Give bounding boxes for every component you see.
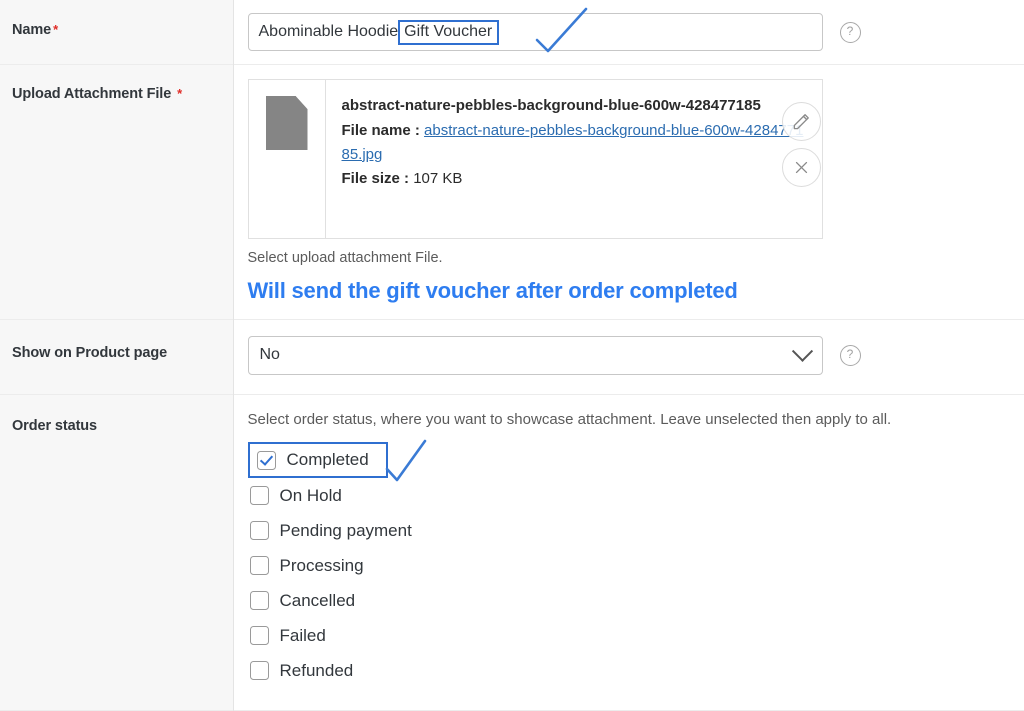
label-cell-show-on-product-page: Show on Product page (0, 319, 234, 395)
attachment-file-size-value: 107 KB (413, 169, 463, 187)
attachment-settings-form: Name * Abominable Hoodie Gift Voucher ? Up… (0, 0, 1024, 711)
document-file-icon (265, 96, 308, 150)
label-cell-name: Name * (0, 0, 234, 65)
order-status-option-on-hold[interactable]: On Hold (249, 478, 1013, 513)
order-status-option-completed[interactable]: Completed (247, 442, 388, 479)
order-status-option-refunded[interactable]: Refunded (249, 653, 1013, 688)
order-status-option-processing[interactable]: Processing (249, 548, 1013, 583)
name-input-value-plain: Abominable Hoodie (258, 23, 399, 40)
attachment-annotation-note: Will send the gift voucher after order c… (247, 278, 738, 304)
checkbox-on-hold[interactable] (249, 486, 269, 506)
order-status-hint: Select order status, where you want to s… (247, 410, 892, 428)
order-status-label-pending-payment: Pending payment (279, 520, 412, 540)
show-on-product-page-select[interactable]: No (247, 335, 823, 375)
order-status-label-completed: Completed (286, 450, 369, 470)
checkbox-pending-payment[interactable] (249, 521, 269, 541)
close-x-icon[interactable] (781, 148, 821, 187)
question-circle-icon[interactable]: ? (839, 344, 861, 366)
attachment-file-info: abstract-nature-pebbles-background-blue-… (326, 80, 822, 238)
form-row-name: Name * Abominable Hoodie Gift Voucher ? (0, 0, 1024, 65)
name-field-wrap: Abominable Hoodie Gift Voucher ? (247, 13, 1013, 51)
show-on-product-page-selected-value: No (259, 346, 280, 364)
checkbox-completed[interactable] (256, 450, 276, 470)
checkbox-cancelled[interactable] (249, 591, 269, 611)
content-cell-order-status: Select order status, where you want to s… (233, 394, 1024, 711)
order-status-label-refunded: Refunded (279, 660, 354, 680)
attachment-actions (781, 102, 821, 187)
checkbox-processing[interactable] (249, 556, 269, 576)
content-cell-name: Abominable Hoodie Gift Voucher ? (233, 0, 1024, 65)
field-label-order-status: Order status (12, 417, 98, 434)
attachment-thumbnail-cell (249, 80, 326, 238)
required-asterisk-name: * (53, 22, 59, 37)
order-status-label-failed: Failed (279, 625, 326, 645)
attachment-helper-text: Select upload attachment File. (247, 250, 443, 266)
attachment-file-title: abstract-nature-pebbles-background-blue-… (341, 97, 761, 114)
form-row-show-on-product-page: Show on Product page No ? (0, 319, 1024, 395)
checkbox-refunded[interactable] (249, 661, 269, 681)
attachment-file-name-row: File name : abstract-nature-pebbles-back… (342, 119, 808, 166)
form-row-upload-attachment: Upload Attachment File * abstract-nature… (0, 64, 1024, 320)
content-cell-show-on-product-page: No ? (233, 319, 1024, 395)
field-label-upload-attachment: Upload Attachment File * (12, 85, 218, 105)
required-asterisk-upload-attachment: * (177, 86, 183, 101)
label-cell-upload-attachment: Upload Attachment File * (0, 64, 234, 320)
form-row-order-status: Order status Select order status, where … (0, 394, 1024, 711)
attachment-file-size-label: File size : (341, 169, 410, 187)
attachment-preview-card: abstract-nature-pebbles-background-blue-… (247, 79, 823, 239)
checkbox-failed[interactable] (249, 626, 269, 646)
field-label-name: Name * (12, 21, 218, 41)
chevron-down-icon (791, 340, 813, 362)
order-status-label-cancelled: Cancelled (279, 590, 356, 610)
order-status-option-cancelled[interactable]: Cancelled (249, 583, 1013, 618)
attachment-file-size-row: File size : 107 KB (342, 167, 808, 190)
pencil-icon[interactable] (781, 102, 821, 141)
show-on-product-page-wrap: No ? (247, 335, 1013, 375)
order-status-option-failed[interactable]: Failed (249, 618, 1013, 653)
content-cell-upload-attachment: abstract-nature-pebbles-background-blue-… (233, 64, 1024, 320)
order-status-checkbox-list: Completed On Hold Pending payment Proces… (247, 442, 1013, 688)
field-label-name-text: Name (12, 22, 52, 38)
order-status-label-on-hold: On Hold (279, 485, 342, 505)
name-input-value-highlight: Gift Voucher (398, 19, 500, 45)
name-input[interactable]: Abominable Hoodie Gift Voucher (247, 13, 823, 51)
field-label-upload-attachment-text: Upload Attachment File (12, 86, 172, 102)
field-label-show-on-product-page: Show on Product page (12, 344, 168, 361)
label-cell-order-status: Order status (0, 394, 234, 711)
question-circle-icon[interactable]: ? (839, 21, 861, 43)
order-status-option-pending-payment[interactable]: Pending payment (249, 513, 1013, 548)
order-status-label-processing: Processing (279, 555, 364, 575)
attachment-file-name-label: File name : (341, 122, 420, 140)
